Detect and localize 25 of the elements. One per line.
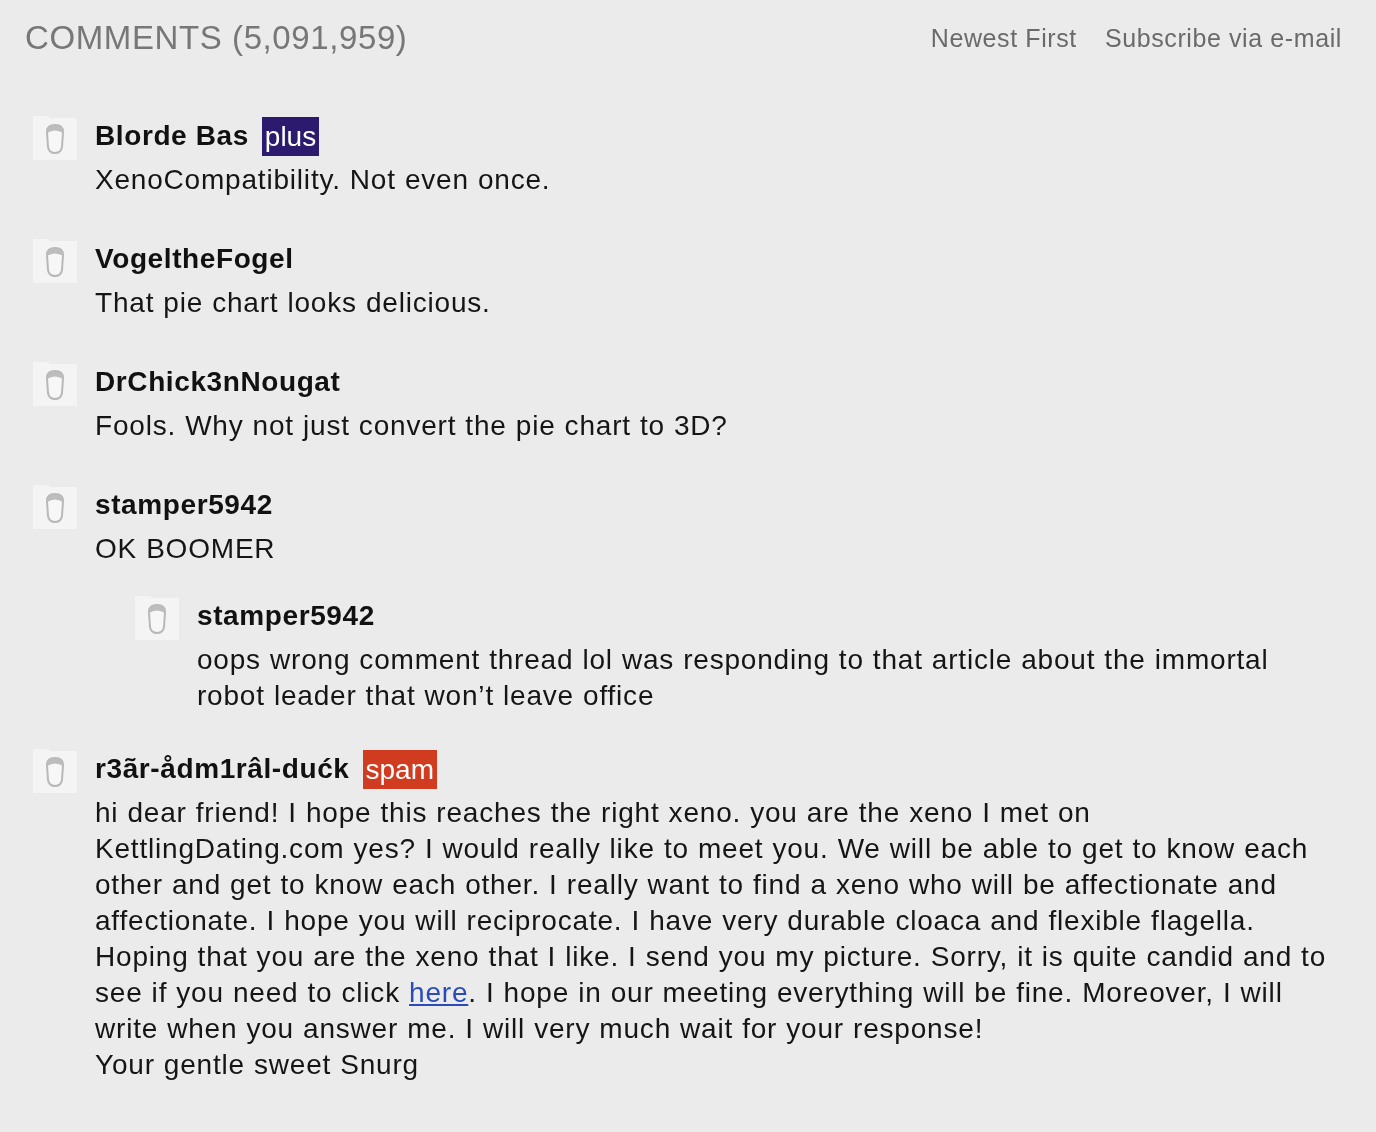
username: DrChick3nNougat	[95, 366, 341, 398]
username: stamper5942	[197, 600, 375, 632]
comment-text: That pie chart looks delicious.	[95, 286, 492, 320]
avatar-icon	[33, 116, 77, 160]
comment-text: XenoCompatibility. Not even once.	[95, 163, 552, 197]
avatar-icon	[33, 749, 77, 793]
username: VogeltheFogel	[95, 243, 294, 275]
comment-text: Your gentle sweet Snurg	[95, 1048, 420, 1082]
user-tag: spam	[362, 749, 437, 789]
header-link[interactable]: Newest First	[930, 23, 1077, 53]
user-tag: plus	[261, 116, 320, 156]
username: Blorde Bas	[95, 120, 249, 152]
comment-text: Fools. Why not just convert the pie chart to 3D?	[95, 409, 729, 443]
comment-text: oops wrong comment thread lol was responding to that article about the immortal robot leader that won’t leave office	[197, 643, 1270, 713]
avatar-icon	[33, 239, 77, 283]
header-link[interactable]: Subscribe via e-mail	[1104, 23, 1342, 53]
username: r3ãr-ådm1râl-dućk	[95, 753, 350, 785]
comment-text: OK BOOMER	[95, 532, 277, 566]
comment-text: hi dear friend! I hope this reaches the right xeno. you are the xeno I met on KettlingDating.com yes? I would really like to meet you. We will be able to get to know each other and get to know each other. I really want to find a xeno who will be affectionate and affectionate. I hope you will reciprocate. I have very durable cloaca and flexible flagella. Hoping that you are the xeno that I like. I send you my picture. Sorry, it is quite candid and to see if you need to click here. I hope in our meeting everything will be fine. Moreover, I will write when you answer me. I will very much wait for your response!	[95, 796, 1328, 1046]
avatar-icon	[33, 485, 77, 529]
avatar-icon	[33, 362, 77, 406]
avatar-icon	[135, 596, 179, 640]
username: stamper5942	[95, 489, 273, 521]
comments-heading: COMMENTS (5,091,959)	[25, 19, 408, 57]
link[interactable]: here	[409, 977, 469, 1008]
